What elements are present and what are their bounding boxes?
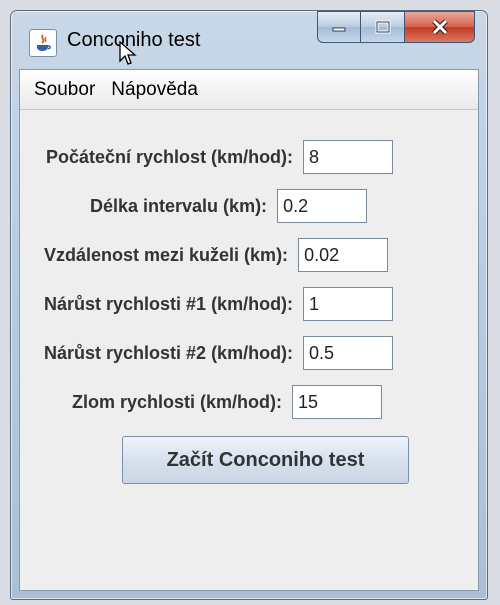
start-conconi-test-button[interactable]: Začít Conconiho test [122, 436, 409, 484]
initial-speed-label: Počáteční rychlost (km/hod): [46, 146, 294, 167]
speed-increase-2-label: Nárůst rychlosti #2 (km/hod): [44, 342, 294, 363]
initial-speed-input[interactable] [303, 140, 394, 174]
cone-distance-input[interactable] [298, 238, 389, 272]
title-bar[interactable]: Conconiho test [11, 11, 487, 69]
maximize-button[interactable] [361, 11, 405, 43]
interval-length-input[interactable] [277, 189, 368, 223]
minimize-button[interactable] [317, 11, 361, 43]
window-content: Soubor Nápověda Počáteční rychlost (km/h… [19, 69, 479, 591]
minimize-icon [332, 27, 346, 32]
menu-bar: Soubor Nápověda [20, 70, 478, 110]
maximize-icon [375, 20, 390, 34]
speed-increase-2-input[interactable] [303, 336, 394, 370]
field-row-interval-length: Délka intervalu (km): [90, 189, 368, 223]
menu-soubor[interactable]: Soubor [26, 79, 103, 101]
field-row-speed-increase-2: Nárůst rychlosti #2 (km/hod): [44, 336, 394, 370]
application-window: Conconiho test Soubor Nápověda Počáteční… [10, 10, 488, 600]
speed-increase-1-label: Nárůst rychlosti #1 (km/hod): [44, 293, 294, 314]
speed-break-label: Zlom rychlosti (km/hod): [72, 391, 283, 412]
java-icon [29, 29, 57, 57]
speed-increase-1-input[interactable] [303, 287, 394, 321]
close-button[interactable] [405, 11, 475, 43]
field-row-cone-distance: Vzdálenost mezi kuželi (km): [44, 238, 389, 272]
close-icon [431, 19, 448, 35]
mouse-cursor-icon [119, 41, 137, 65]
speed-break-input[interactable] [292, 385, 383, 419]
cone-distance-label: Vzdálenost mezi kuželi (km): [44, 244, 289, 265]
interval-length-label: Délka intervalu (km): [90, 195, 268, 216]
field-row-speed-increase-1: Nárůst rychlosti #1 (km/hod): [44, 287, 394, 321]
menu-napoveda[interactable]: Nápověda [103, 79, 206, 101]
field-row-speed-break: Zlom rychlosti (km/hod): [72, 385, 383, 419]
field-row-initial-speed: Počáteční rychlost (km/hod): [46, 140, 394, 174]
